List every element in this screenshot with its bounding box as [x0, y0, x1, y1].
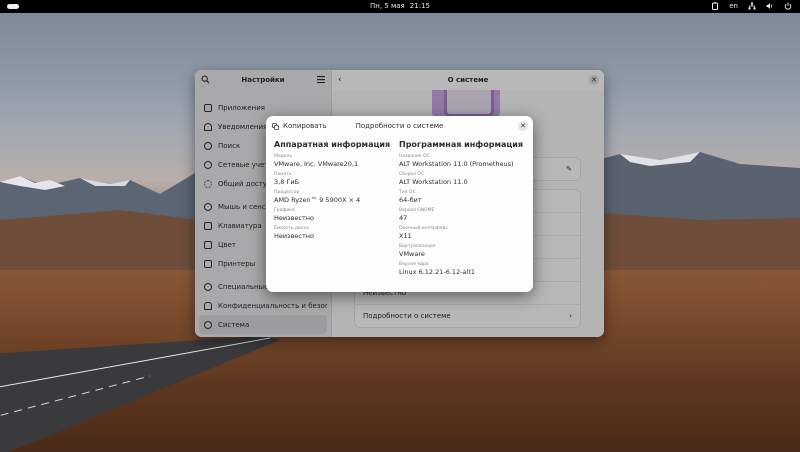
field-value: 64-бит [399, 196, 422, 204]
sw-kernel: Версия ядра Linux 6.12.21-6.12-alt1 [399, 262, 527, 276]
clock-date: Пн, 5 мая [370, 2, 405, 10]
dialog-header: Копировать Подробности о системе ✕ [266, 116, 533, 136]
clock[interactable]: Пн, 5 мая 21:15 [0, 2, 800, 10]
field-value: 3,8 ГиБ [274, 178, 300, 186]
clipboard-icon[interactable] [711, 2, 719, 10]
field-value: Linux 6.12.21-6.12-alt1 [399, 268, 476, 276]
hardware-heading: Аппаратная информация [274, 140, 391, 149]
software-heading: Программная информация [399, 140, 524, 149]
keyboard-layout-indicator[interactable]: en [729, 2, 738, 10]
close-dialog-button[interactable]: ✕ [518, 121, 528, 131]
field-value: Неизвестно [274, 232, 314, 240]
volume-icon[interactable] [766, 2, 774, 10]
hw-model: Модель VMware, Inc. VMware20,1 [274, 154, 394, 168]
software-column: Программная информация Название ОС ALT Wo… [399, 140, 527, 280]
hw-processor: Процессор AMD Ryzen™ 9 5900X × 4 [274, 190, 394, 204]
network-icon[interactable] [748, 2, 756, 10]
top-bar: Пн, 5 мая 21:15 en [0, 0, 800, 13]
field-value: ALT Workstation 11.0 (Prometheus) [399, 160, 514, 168]
sw-os-type: Тип ОС 64-бит [399, 190, 527, 204]
field-value: VMware, Inc. VMware20,1 [274, 160, 359, 168]
field-value: ALT Workstation 11.0 [399, 178, 468, 186]
field-value: X11 [399, 232, 412, 240]
hardware-column: Аппаратная информация Модель VMware, Inc.… [274, 140, 394, 244]
sw-gnome-version: Версия GNOME 47 [399, 208, 527, 222]
field-value: Неизвестно [274, 214, 314, 222]
sw-virtualization: Виртуализация VMware [399, 244, 527, 258]
hw-graphics: Графика Неизвестно [274, 208, 394, 222]
road [0, 336, 280, 452]
sw-os-build: Сборка ОС ALT Workstation 11.0 [399, 172, 527, 186]
system-tray[interactable]: en [711, 2, 792, 10]
clock-time: 21:15 [409, 2, 430, 10]
hw-memory: Память 3,8 ГиБ [274, 172, 394, 186]
system-details-dialog: Копировать Подробности о системе ✕ Аппар… [266, 116, 533, 292]
sw-windowing: Оконный интерфейс X11 [399, 226, 527, 240]
power-icon[interactable] [784, 2, 792, 10]
dialog-title: Подробности о системе [355, 122, 444, 130]
field-value: 47 [399, 214, 408, 222]
hw-disk: Ёмкость диска Неизвестно [274, 226, 394, 240]
sw-os-name: Название ОС ALT Workstation 11.0 (Prometh… [399, 154, 527, 168]
field-value: AMD Ryzen™ 9 5900X × 4 [274, 196, 361, 204]
field-value: VMware [399, 250, 425, 258]
